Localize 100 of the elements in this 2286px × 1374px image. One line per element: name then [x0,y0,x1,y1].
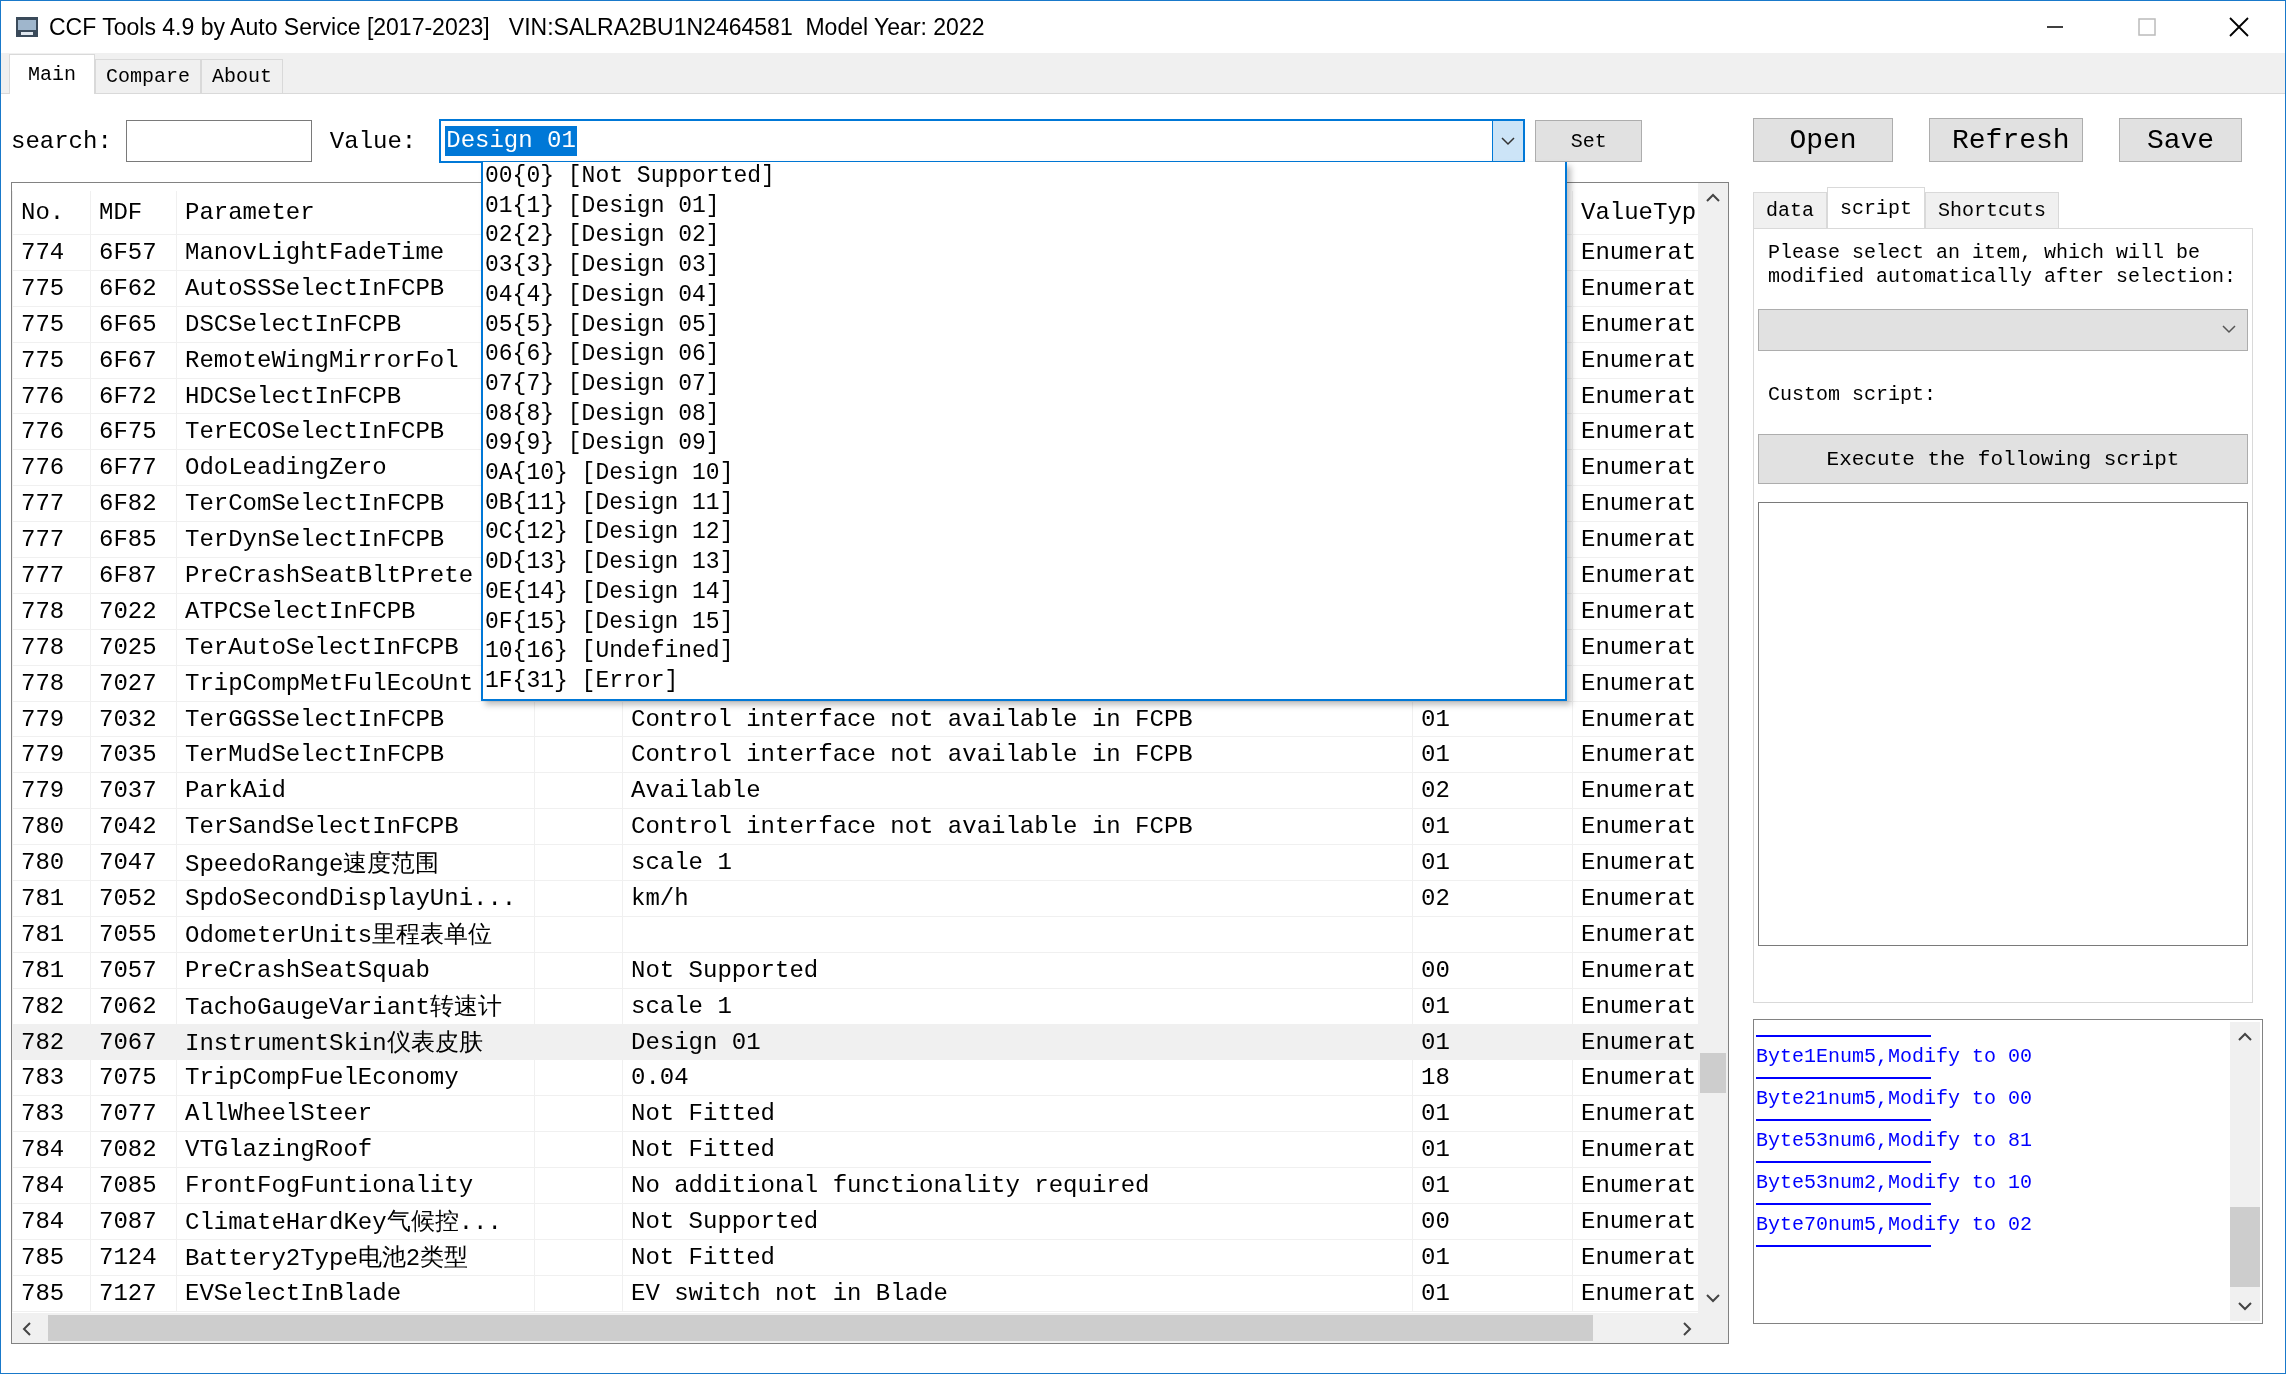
table-cell: PreCrashSeatSquab [185,956,430,984]
table-cell: Not Fitted [631,1243,776,1271]
table-cell: Not Supported [631,956,819,984]
table-cell: 780 [21,813,65,841]
table-cell: Enumerat [1581,884,1697,912]
table-cell: ManovLightFadeTime [185,238,445,266]
table-cell: 6F82 [99,490,157,518]
table-cell: 785 [21,1243,65,1271]
table-cell: 7127 [99,1279,157,1307]
table-cell: Not Fitted [631,1100,776,1128]
table-cell: 7057 [99,956,157,984]
table-cell: 775 [21,346,65,374]
table-cell: VTGlazingRoof [185,1136,373,1164]
custom-script-label: Custom script: [1768,383,1938,406]
table-cell: Enumerat [1581,813,1697,841]
table-cell: TerMudSelectInFCPB [185,741,445,769]
table-cell: 779 [21,777,65,805]
table-cell: AutoSSSelectInFCPB [185,274,445,302]
table-cell: 6F77 [99,454,157,482]
table-cell: Enumerat [1581,1208,1697,1235]
table-cell: 01 [1421,1243,1450,1271]
table-cell-text: SpeedoRange速度范围 [185,849,440,879]
table-cell: Control interface not available in FCPB [631,813,1193,841]
window-title: CCF Tools 4.9 by Auto Service [2017-2023] VIN:SALRA2BU1N2464581 Model Year: 2022 [49,13,986,41]
selected-value: Design 01 [445,126,577,156]
table-cell: Enumerat [1581,1136,1697,1164]
table-cell: 778 [21,633,65,661]
table-cell: Enumerat [1581,777,1697,805]
table-cell: 01 [1421,813,1450,841]
table-cell: Enumerat [1581,992,1697,1020]
table-cell: Enumerat [1581,705,1697,733]
table-cell: Enumerat [1581,1243,1697,1271]
table-cell-text: ClimateHardKey气候控... [185,1208,502,1238]
table-cell: 782 [21,1028,65,1056]
table-cell: SpdoSecondDisplayUni... [185,884,517,912]
table-cell: Enumerat [1581,1100,1697,1128]
table-cell: 18 [1421,1064,1450,1092]
table-cell: 00 [1421,1208,1450,1235]
search-label: search: [11,127,112,155]
table-cell: TerECOSelectInFCPB [185,418,445,446]
table-cell: 01 [1421,1100,1450,1128]
table-cell: Enumerat [1581,418,1697,446]
table-cell: Enumerat [1581,1172,1697,1200]
table-cell: 6F87 [99,561,157,589]
table-cell: 7077 [99,1100,157,1128]
table-cell: TerDynSelectInFCPB [185,526,445,554]
table-cell: TerGGSSelectInFCPB [185,705,445,733]
table-cell: 776 [21,454,65,482]
table-cell: 7037 [99,777,157,805]
table-cell: 00 [1421,956,1450,984]
table-cell: 784 [21,1172,65,1200]
table-cell: Control interface not available in FCPB [631,705,1193,733]
table-cell: 02 [1421,884,1450,912]
table-cell: TripCompFuelEconomy [185,1064,459,1092]
table-cell: 6F67 [99,346,157,374]
table-cell: ATPCSelectInFCPB [185,597,416,625]
table-cell: 7087 [99,1208,157,1235]
table-cell: 7042 [99,813,157,841]
table-cell: Enumerat [1581,920,1697,948]
table-cell: 781 [21,884,65,912]
table-cell: 01 [1421,1279,1450,1307]
table-cell: 01 [1421,741,1450,769]
table-cell: EVSelectInBlade [185,1279,402,1307]
table-cell: 02 [1421,777,1450,805]
table-cell: AllWheelSteer [185,1100,373,1128]
table-cell: 7055 [99,920,157,948]
table-cell: TerAutoSelectInFCPB [185,633,459,661]
table-cell: 6F75 [99,418,157,446]
table-cell: 783 [21,1100,65,1128]
table-cell: Enumerat [1581,849,1697,877]
table-cell: 01 [1421,1172,1450,1200]
table-cell: 01 [1421,705,1450,733]
table-cell: Enumerat [1581,274,1697,302]
table-cell: 7067 [99,1028,157,1056]
table-cell-text: InstrumentSkin仪表皮肤 [185,1029,483,1059]
table-cell: Not Supported [631,1208,819,1235]
table-cell: Control interface not available in FCPB [631,741,1193,769]
table-cell: 7124 [99,1243,157,1271]
table-cell: 01 [1421,1028,1450,1056]
table-cell: Available [631,777,761,805]
table-cell: 7075 [99,1064,157,1092]
table-cell: 782 [21,992,65,1020]
table-cell: 6F57 [99,238,157,266]
table-cell: HDCSelectInFCPB [185,382,402,410]
table-cell: DSCSelectInFCPB [185,310,402,338]
table-cell: 01 [1421,1136,1450,1164]
table-cell: Not Fitted [631,1136,776,1164]
table-cell: 777 [21,490,65,518]
table-cell: 781 [21,956,65,984]
table-cell: 7052 [99,884,157,912]
table-cell: 784 [21,1136,65,1164]
table-cell: Enumerat [1581,310,1697,338]
table-cell: 7032 [99,705,157,733]
table-cell: Enumerat [1581,526,1697,554]
table-cell: 777 [21,561,65,589]
table-cell: 01 [1421,992,1450,1020]
table-cell: TerComSelectInFCPB [185,490,445,518]
table-cell: Design 01 [631,1028,761,1056]
table-cell: 781 [21,920,65,948]
table-cell: Enumerat [1581,346,1697,374]
